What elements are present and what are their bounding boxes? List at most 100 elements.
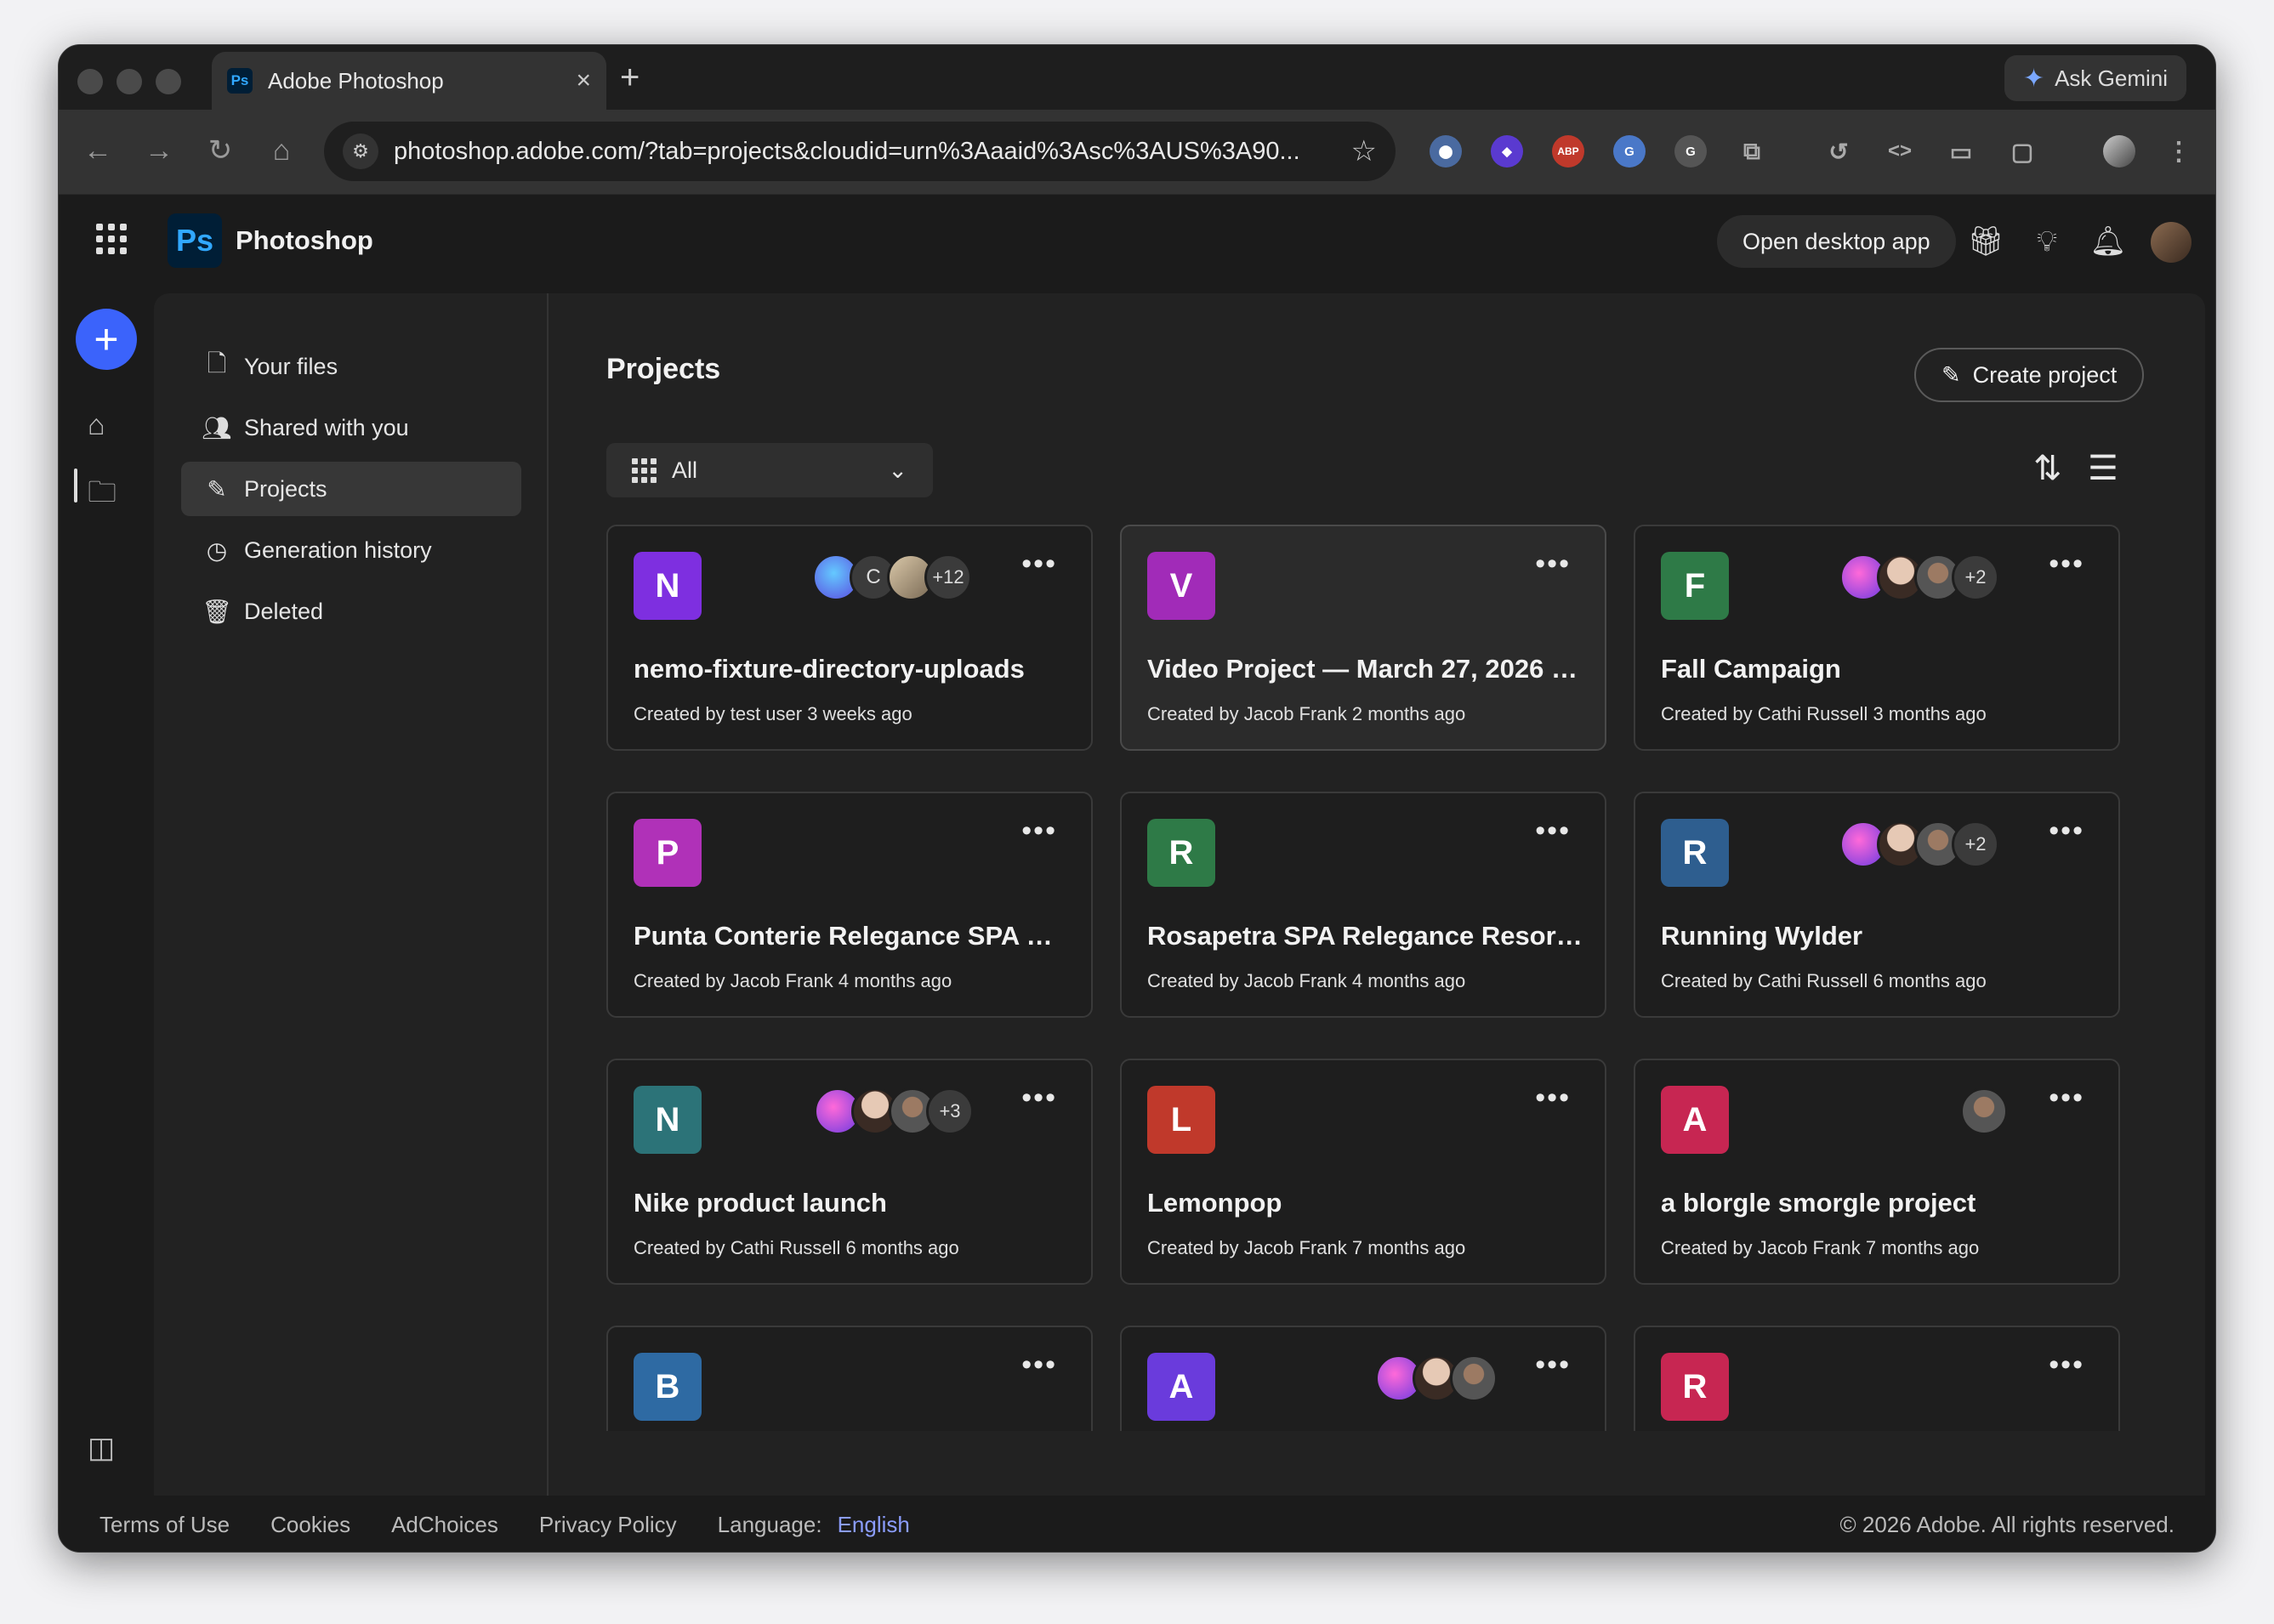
bookmark-star-icon[interactable]: ☆ bbox=[1351, 134, 1377, 168]
project-card[interactable]: F +2 ••• Fall Campaign Created by Cathi … bbox=[1634, 525, 2120, 751]
collaborator-avatar bbox=[1960, 1087, 2008, 1135]
project-card[interactable]: B ••• bbox=[606, 1326, 1093, 1431]
project-name: Fall Campaign bbox=[1661, 654, 1841, 684]
browser-tab[interactable]: Ps Adobe Photoshop × bbox=[212, 52, 606, 110]
maximize-window-button[interactable] bbox=[156, 69, 181, 94]
site-settings-icon[interactable]: ⚙ bbox=[343, 133, 378, 169]
home-icon[interactable]: ⌂ bbox=[263, 133, 300, 168]
user-avatar[interactable] bbox=[2151, 222, 2192, 263]
more-options-button[interactable]: ••• bbox=[1021, 1350, 1057, 1379]
project-card[interactable]: R ••• bbox=[1634, 1326, 2120, 1431]
history-icon[interactable]: ↺ bbox=[1822, 135, 1855, 168]
gift-icon[interactable]: 🎁︎ bbox=[1967, 224, 2004, 259]
project-card[interactable]: P ••• Punta Conterie Relegance SPA Resor… bbox=[606, 792, 1093, 1018]
sidebar-item-generation-history[interactable]: ◷ Generation history bbox=[181, 523, 521, 577]
project-badge: N bbox=[634, 552, 702, 620]
close-window-button[interactable] bbox=[77, 69, 103, 94]
more-options-button[interactable]: ••• bbox=[1535, 1083, 1571, 1112]
profile-avatar[interactable] bbox=[2103, 135, 2135, 168]
project-card[interactable]: R ••• Rosapetra SPA Relegance Resort co.… bbox=[1120, 792, 1606, 1018]
browser-menu-icon[interactable]: ⋮ bbox=[2163, 135, 2195, 168]
sidebar-item-shared[interactable]: 👥︎ Shared with you bbox=[181, 400, 521, 455]
more-options-button[interactable]: ••• bbox=[1535, 816, 1571, 845]
app-name: Photoshop bbox=[236, 225, 373, 255]
translate-icon[interactable]: G bbox=[1613, 135, 1646, 168]
close-tab-icon[interactable]: × bbox=[576, 66, 591, 95]
back-arrow-icon[interactable]: ← bbox=[79, 133, 117, 168]
copyright-text: © 2026 Adobe. All rights reserved. bbox=[1839, 1511, 2175, 1537]
create-project-icon: ✎ bbox=[1941, 361, 1961, 388]
rail-active-indicator bbox=[74, 468, 77, 503]
adblock-icon[interactable]: ABP bbox=[1552, 135, 1584, 168]
sidebar-item-label: Your files bbox=[244, 353, 338, 379]
more-options-button[interactable]: ••• bbox=[1535, 1350, 1571, 1379]
app-header: Ps Photoshop Open desktop app 🎁︎ 💡︎ 🔔︎ bbox=[59, 195, 2215, 293]
inspect-icon[interactable]: ▢ bbox=[2006, 135, 2038, 168]
devtools-icon[interactable]: <> bbox=[1884, 135, 1916, 168]
create-project-button[interactable]: ✎ Create project bbox=[1914, 348, 2145, 402]
grid-filter-icon bbox=[632, 457, 657, 483]
project-card[interactable]: R +2 ••• Running Wylder Created by Cathi… bbox=[1634, 792, 2120, 1018]
language-label: Language: bbox=[717, 1511, 822, 1537]
folder-rail-icon[interactable]: 🗀 bbox=[88, 472, 117, 520]
project-meta: Created by Cathi Russell 3 months ago bbox=[1661, 703, 1987, 724]
language-selector[interactable]: English bbox=[838, 1512, 910, 1538]
project-card[interactable]: N +3 ••• Nike product launch Created by … bbox=[606, 1059, 1093, 1285]
forward-arrow-icon[interactable]: → bbox=[140, 133, 178, 168]
project-badge: R bbox=[1147, 819, 1215, 887]
project-card[interactable]: N C +12 ••• nemo-fixture-directory-uploa… bbox=[606, 525, 1093, 751]
create-new-button[interactable]: + bbox=[76, 309, 137, 370]
terms-link[interactable]: Terms of Use bbox=[99, 1512, 230, 1538]
address-bar[interactable]: ⚙ photoshop.adobe.com/?tab=projects&clou… bbox=[324, 122, 1396, 181]
grammar-icon[interactable]: G bbox=[1674, 135, 1707, 168]
project-card[interactable]: V ••• Video Project — March 27, 2026 at … bbox=[1120, 525, 1606, 751]
project-card[interactable]: L ••• Lemonpop Created by Jacob Frank 7 … bbox=[1120, 1059, 1606, 1285]
lightbulb-icon[interactable]: 💡︎ bbox=[2028, 224, 2066, 259]
project-badge: R bbox=[1661, 819, 1729, 887]
more-options-button[interactable]: ••• bbox=[1021, 816, 1057, 845]
minimize-window-button[interactable] bbox=[117, 69, 142, 94]
cookies-link[interactable]: Cookies bbox=[270, 1512, 350, 1538]
adchoices-link[interactable]: AdChoices bbox=[391, 1512, 498, 1538]
projects-content: Projects ✎ Create project All ⌄ ⇅ ☰ N C bbox=[550, 293, 2205, 1496]
projects-grid: N C +12 ••• nemo-fixture-directory-uploa… bbox=[606, 525, 2129, 1431]
sidebar-item-your-files[interactable]: 🗋 Your files bbox=[181, 339, 521, 394]
more-options-button[interactable]: ••• bbox=[2049, 1350, 2084, 1379]
photoshop-logo[interactable]: Ps bbox=[168, 213, 222, 268]
sidebar-item-label: Generation history bbox=[244, 537, 432, 563]
more-options-button[interactable]: ••• bbox=[1535, 549, 1571, 578]
sidebar-item-deleted[interactable]: 🗑︎ Deleted bbox=[181, 584, 521, 639]
toggle-sidebar-icon[interactable]: ◫ bbox=[88, 1431, 115, 1465]
project-name: Running Wylder bbox=[1661, 921, 1863, 951]
app-switcher-grid-icon[interactable] bbox=[96, 224, 127, 254]
filter-dropdown[interactable]: All ⌄ bbox=[606, 443, 933, 497]
sidebar-item-projects[interactable]: ✎ Projects bbox=[181, 462, 521, 516]
more-options-button[interactable]: ••• bbox=[2049, 1083, 2084, 1112]
page-title: Projects bbox=[606, 353, 721, 385]
more-options-button[interactable]: ••• bbox=[1021, 1083, 1057, 1112]
reload-icon[interactable]: ↻ bbox=[202, 133, 239, 168]
extensions-puzzle-icon[interactable]: ⧉ bbox=[1736, 135, 1768, 168]
more-options-button[interactable]: ••• bbox=[2049, 816, 2084, 845]
list-view-icon[interactable]: ☰ bbox=[2088, 450, 2118, 487]
collaborator-avatar bbox=[1450, 1354, 1498, 1402]
project-badge: A bbox=[1661, 1086, 1729, 1154]
extension-1-icon[interactable]: ⬤ bbox=[1430, 135, 1462, 168]
collaborator-count: +2 bbox=[1952, 554, 1999, 601]
more-options-button[interactable]: ••• bbox=[1021, 549, 1057, 578]
new-tab-button[interactable]: + bbox=[620, 60, 640, 94]
project-card[interactable]: A ••• bbox=[1120, 1326, 1606, 1431]
sort-icon[interactable]: ⇅ bbox=[2033, 450, 2062, 487]
privacy-link[interactable]: Privacy Policy bbox=[539, 1512, 677, 1538]
project-meta: Created by Jacob Frank 4 months ago bbox=[634, 970, 952, 991]
device-toggle-icon[interactable]: ▭ bbox=[1945, 135, 1977, 168]
extension-2-icon[interactable]: ◆ bbox=[1491, 135, 1523, 168]
ask-gemini-button[interactable]: ✦ Ask Gemini bbox=[2004, 55, 2186, 101]
open-desktop-app-button[interactable]: Open desktop app bbox=[1717, 215, 1956, 268]
notifications-bell-icon[interactable]: 🔔︎ bbox=[2089, 224, 2127, 259]
files-sidebar: 🗋 Your files 👥︎ Shared with you ✎ Projec… bbox=[154, 293, 549, 1496]
more-options-button[interactable]: ••• bbox=[2049, 549, 2084, 578]
home-rail-icon[interactable]: ⌂ bbox=[88, 409, 105, 442]
collaborator-avatars: +2 bbox=[1839, 554, 1999, 601]
project-card[interactable]: A ••• a blorgle smorgle project Created … bbox=[1634, 1059, 2120, 1285]
